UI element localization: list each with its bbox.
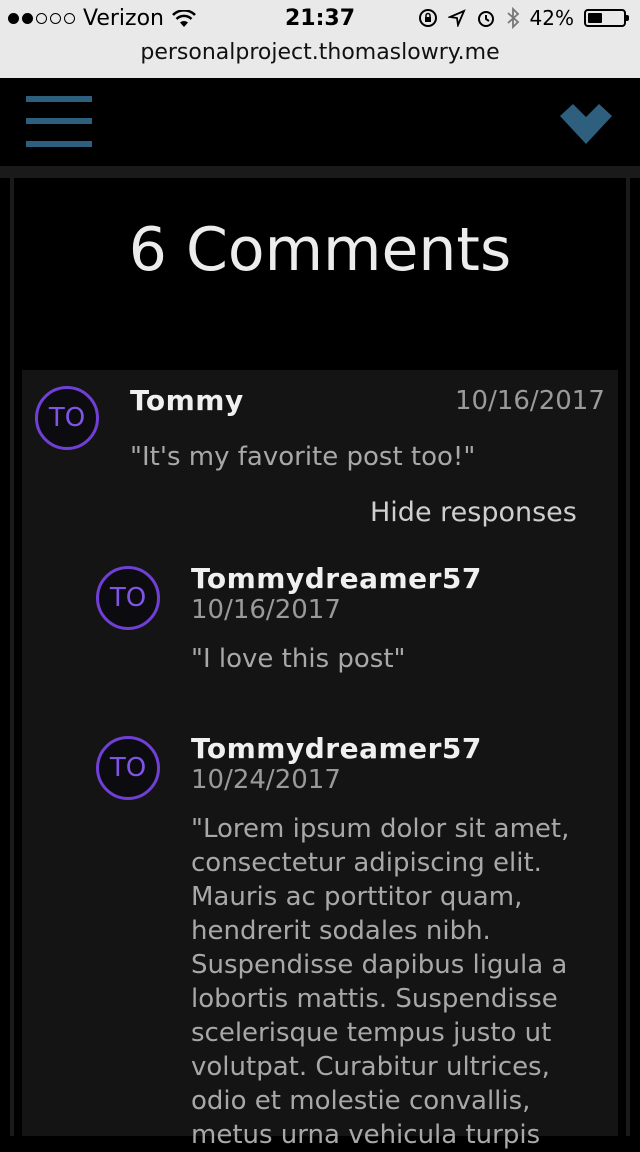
status-bar: Verizon 21:37 42% personalproject.thomas… (0, 0, 640, 78)
avatar: TO (96, 566, 160, 630)
nav-divider (0, 166, 640, 178)
bluetooth-icon (506, 7, 519, 29)
location-icon (447, 9, 466, 27)
avatar: TO (35, 386, 99, 450)
url-bar[interactable]: personalproject.thomaslowry.me (0, 40, 640, 65)
response-author: Tommydreamer57 (191, 562, 482, 595)
chevron-down-icon[interactable] (560, 104, 612, 144)
comment-date: 10/16/2017 (455, 386, 605, 416)
top-navbar (0, 78, 640, 166)
hide-responses-link[interactable]: Hide responses (370, 497, 577, 528)
response-author: Tommydreamer57 (191, 732, 482, 765)
response-text: "I love this post" (191, 644, 406, 674)
avatar: TO (96, 736, 160, 800)
response-date: 10/24/2017 (191, 765, 341, 795)
battery-percent: 42% (529, 6, 574, 30)
hamburger-icon[interactable] (26, 96, 92, 148)
comment-text: "It's my favorite post too!" (130, 442, 476, 472)
battery-icon (584, 9, 629, 27)
comment-author: Tommy (130, 384, 244, 417)
rotation-lock-icon (418, 9, 437, 27)
response-text: "Lorem ipsum dolor sit amet, consectetur… (191, 814, 570, 1150)
comments-heading: 6 Comments (128, 215, 512, 285)
response-date: 10/16/2017 (191, 595, 341, 625)
alarm-icon (477, 11, 494, 27)
